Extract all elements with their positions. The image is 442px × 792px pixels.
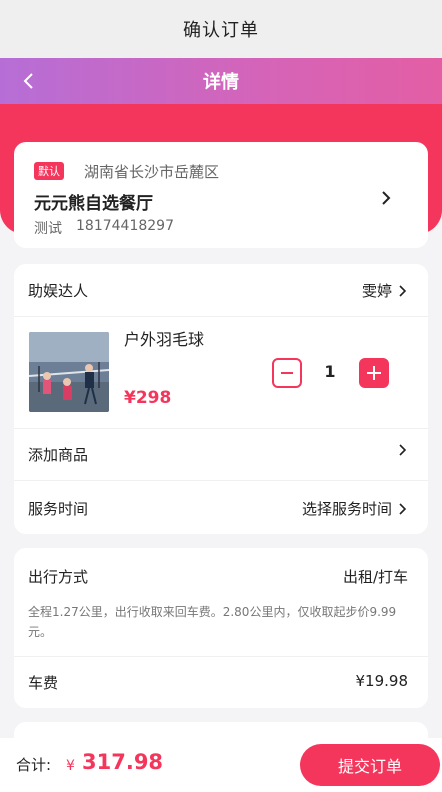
fare-value: ¥19.98	[355, 672, 409, 690]
divider	[14, 316, 428, 317]
helper-label: 助娱达人	[28, 282, 89, 300]
service-time-label: 服务时间	[28, 500, 89, 518]
product-name: 户外羽毛球	[124, 330, 205, 349]
currency-symbol: ¥	[66, 758, 75, 774]
chevron-right-icon	[399, 284, 407, 297]
submit-order-button[interactable]: 提交订单	[300, 744, 440, 786]
nav-title: 详情	[203, 72, 239, 93]
chevron-left-icon	[23, 73, 33, 89]
travel-note: 全程1.27公里，出行收取来回车费。2.80公里内，仅收取起步价9.99元。	[28, 605, 397, 639]
helper-selector[interactable]: 雯婷	[362, 280, 408, 301]
product-image	[29, 332, 109, 412]
divider	[14, 428, 428, 429]
chevron-right-icon	[399, 502, 407, 515]
service-time-value: 选择服务时间	[301, 500, 392, 518]
address-contact: 测试 18174418297	[34, 218, 174, 238]
quantity-value: 1	[324, 362, 336, 381]
plus-icon	[367, 366, 381, 380]
minus-icon	[281, 372, 293, 374]
nav-bar: 详情	[0, 58, 442, 104]
service-card: 助娱达人 雯婷 户外羽毛球 ¥298 1 添加商品 服务时间 选择服务时间	[14, 264, 428, 534]
helper-name: 雯婷	[361, 282, 392, 300]
page-title: 确认订单	[183, 20, 259, 41]
back-button[interactable]	[14, 66, 44, 96]
order-footer: 合计: ¥ 317.98 提交订单	[0, 738, 442, 792]
page-header: 确认订单	[0, 0, 442, 58]
service-time-selector[interactable]: 选择服务时间	[302, 498, 408, 519]
contact-phone: 18174418297	[76, 218, 174, 234]
divider	[14, 480, 428, 481]
contact-name: 测试	[34, 221, 62, 237]
product-price: ¥298	[124, 388, 172, 408]
divider	[14, 656, 428, 657]
chevron-right-icon	[399, 444, 407, 456]
address-region: 湖南省长沙市岳麓区	[84, 163, 220, 181]
address-name: 元元熊自选餐厅	[34, 194, 153, 214]
chevron-right-icon[interactable]	[378, 190, 394, 206]
travel-card: 出行方式 出租/打车 全程1.27公里，出行收取来回车费。2.80公里内，仅收取…	[14, 548, 428, 708]
decrease-quantity-button[interactable]	[272, 358, 302, 388]
travel-mode-label: 出行方式	[28, 568, 89, 586]
default-badge: 默认	[34, 162, 64, 180]
address-card[interactable]: 默认 湖南省长沙市岳麓区 元元熊自选餐厅 测试 18174418297	[14, 142, 428, 248]
total-label: 合计:	[16, 756, 52, 774]
fare-label: 车费	[28, 674, 59, 692]
increase-quantity-button[interactable]	[359, 358, 389, 388]
add-product-label: 添加商品	[28, 446, 89, 464]
travel-mode-value: 出租/打车	[342, 568, 408, 586]
add-product-button[interactable]	[396, 444, 408, 456]
total-amount: 317.98	[82, 750, 164, 774]
